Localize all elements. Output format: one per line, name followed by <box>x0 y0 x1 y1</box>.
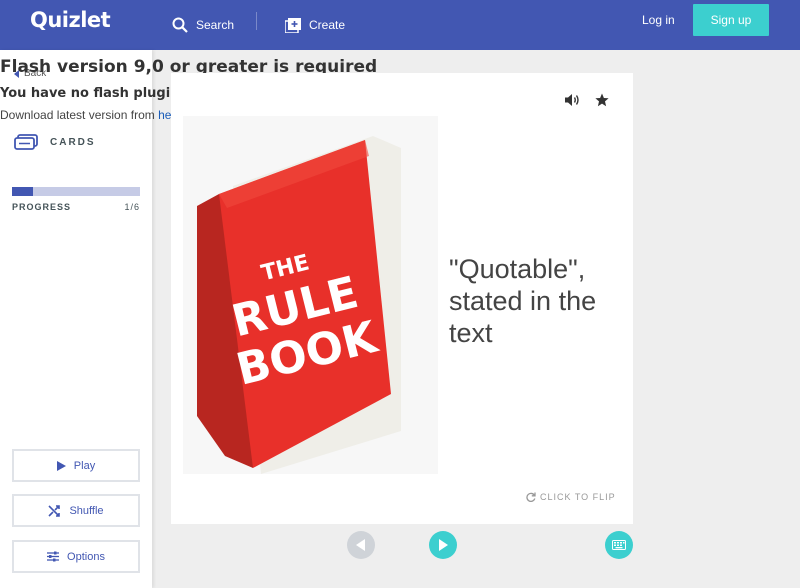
nav-divider <box>256 12 257 30</box>
flashcard[interactable]: THE RULE BOOK "Quotable", stated in the … <box>171 73 633 524</box>
arrow-right-icon <box>439 539 448 551</box>
play-label: Play <box>73 459 96 472</box>
click-to-flip[interactable]: CLICK TO FLIP <box>526 492 616 502</box>
progress-bar <box>12 187 140 196</box>
progress-count: 1/6 <box>124 202 140 212</box>
create-label: Create <box>309 18 346 32</box>
keyboard-shortcuts-button[interactable] <box>605 531 633 559</box>
play-button[interactable]: Play <box>12 449 140 482</box>
search-icon <box>172 17 188 33</box>
keyboard-icon <box>612 540 626 550</box>
create-button[interactable]: Create <box>285 0 345 50</box>
top-nav: Quizlet Search Create Log in Sign up <box>0 0 800 50</box>
shuffle-label: Shuffle <box>69 504 104 517</box>
previous-card-button[interactable] <box>347 531 375 559</box>
card-actions <box>565 93 609 107</box>
search-label: Search <box>196 18 235 32</box>
mode-label: CARDS <box>50 136 96 148</box>
star-icon[interactable] <box>595 93 609 107</box>
shuffle-button[interactable]: Shuffle <box>12 494 140 527</box>
rule-book-image: THE RULE BOOK <box>183 116 438 474</box>
progress-fill <box>12 187 34 196</box>
flip-icon <box>526 492 536 502</box>
sliders-icon <box>47 551 60 562</box>
create-icon <box>285 17 301 33</box>
card-term-text: "Quotable", stated in the text <box>449 254 597 348</box>
login-link[interactable]: Log in <box>642 13 675 27</box>
arrow-left-icon <box>356 539 365 551</box>
cards-icon <box>14 134 38 150</box>
download-prefix: Download latest version from <box>0 108 159 122</box>
next-card-button[interactable] <box>429 531 457 559</box>
signup-button[interactable]: Sign up <box>693 4 769 36</box>
play-icon <box>56 460 66 471</box>
mode-cards[interactable]: CARDS <box>14 134 96 150</box>
flip-label: CLICK TO FLIP <box>540 492 616 502</box>
sidebar: Back CARDS PROGRESS 1/6 Play Shuffle Opt… <box>0 50 152 588</box>
shuffle-icon <box>48 504 61 517</box>
search-button[interactable]: Search <box>172 0 234 50</box>
options-label: Options <box>67 550 105 563</box>
speaker-icon[interactable] <box>565 93 581 107</box>
flash-download-text: Download latest version from here <box>0 108 182 122</box>
options-button[interactable]: Options <box>12 540 140 573</box>
progress-label: PROGRESS <box>12 202 72 212</box>
quizlet-logo[interactable]: Quizlet <box>30 8 111 32</box>
